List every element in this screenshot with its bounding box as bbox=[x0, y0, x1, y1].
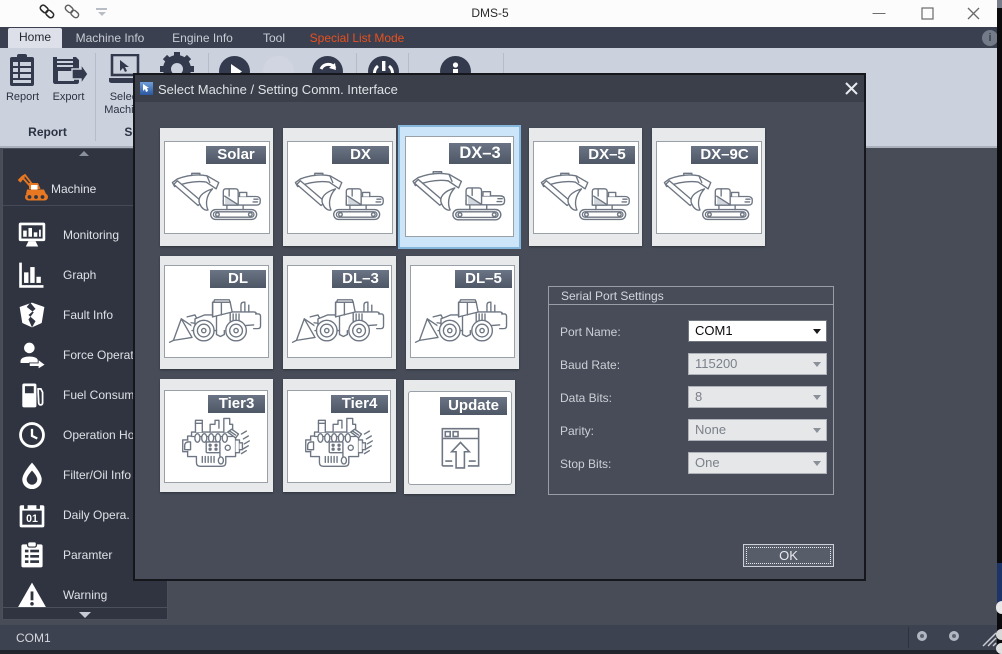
svg-text:01: 01 bbox=[26, 513, 38, 525]
